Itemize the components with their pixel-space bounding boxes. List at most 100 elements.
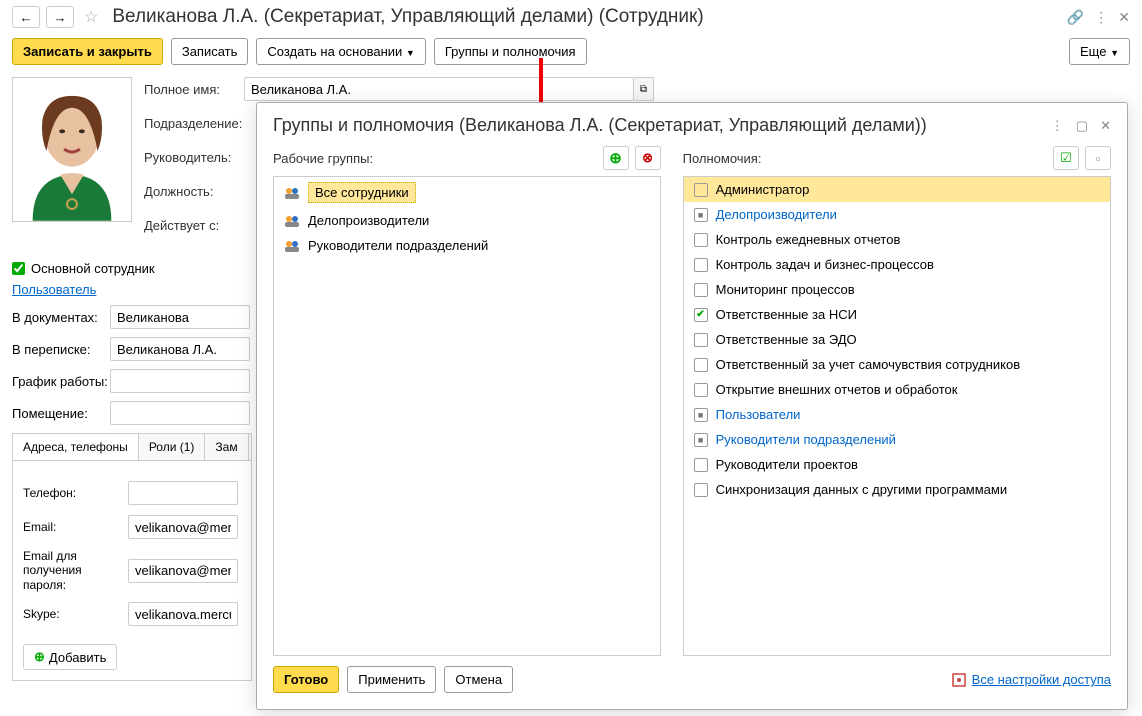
- permission-checkbox[interactable]: [694, 283, 708, 297]
- apply-button[interactable]: Применить: [347, 666, 436, 693]
- skype-input[interactable]: [128, 602, 238, 626]
- permission-checkbox[interactable]: [694, 258, 708, 272]
- favorite-star-icon[interactable]: ☆: [80, 7, 102, 27]
- schedule-input[interactable]: [110, 369, 250, 393]
- permission-row[interactable]: Синхронизация данных с другими программа…: [684, 477, 1110, 502]
- nav-forward-button[interactable]: →: [46, 6, 74, 28]
- chevron-down-icon: ▼: [406, 48, 415, 58]
- more-button[interactable]: Еще ▼: [1069, 38, 1130, 65]
- in-correspondence-input[interactable]: [110, 337, 250, 361]
- group-icon: [284, 186, 300, 200]
- close-dialog-icon[interactable]: ✕: [1100, 118, 1111, 134]
- tab-substitutes[interactable]: Зам: [205, 434, 248, 460]
- create-based-label: Создать на основании: [267, 44, 402, 59]
- add-contact-button[interactable]: ⊕Добавить: [23, 644, 117, 670]
- add-button-label: Добавить: [49, 650, 106, 665]
- permissions-list: АдминистраторДелопроизводители Контроль е…: [683, 176, 1111, 656]
- add-group-button[interactable]: ⊕: [603, 146, 629, 170]
- nav-back-button[interactable]: ←: [12, 6, 40, 28]
- permission-checkbox[interactable]: [694, 458, 708, 472]
- tab-roles[interactable]: Роли (1): [139, 434, 206, 460]
- maximize-icon[interactable]: ▢: [1076, 118, 1088, 134]
- permission-label: Мониторинг процессов: [716, 282, 855, 297]
- permission-row[interactable]: Делопроизводители: [684, 202, 1110, 227]
- permission-label: Ответственный за учет самочувствия сотру…: [716, 357, 1021, 372]
- main-employee-label: Основной сотрудник: [31, 261, 155, 276]
- permission-row[interactable]: Открытие внешних отчетов и обработок: [684, 377, 1110, 402]
- in-correspondence-label: В переписке:: [12, 342, 110, 357]
- main-employee-checkbox[interactable]: [12, 262, 25, 275]
- workgroup-row[interactable]: Все сотрудники: [274, 177, 660, 208]
- permission-row[interactable]: Руководители проектов: [684, 452, 1110, 477]
- dialog-title: Группы и полномочия (Великанова Л.А. (Се…: [273, 115, 927, 136]
- permission-checkbox[interactable]: [694, 333, 708, 347]
- workgroup-row[interactable]: Руководители подразделений: [274, 233, 660, 258]
- save-button[interactable]: Записать: [171, 38, 249, 65]
- active-from-label: Действует с:: [144, 218, 244, 233]
- uncheck-all-button[interactable]: ▫: [1085, 146, 1111, 170]
- permission-row[interactable]: Ответственный за учет самочувствия сотру…: [684, 352, 1110, 377]
- cancel-button[interactable]: Отмена: [444, 666, 513, 693]
- close-icon[interactable]: ✕: [1118, 9, 1130, 26]
- permission-checkbox[interactable]: [694, 358, 708, 372]
- workgroup-label: Все сотрудники: [308, 182, 416, 203]
- permission-checkbox[interactable]: [694, 233, 708, 247]
- phone-input[interactable]: [128, 481, 238, 505]
- phone-label: Телефон:: [23, 486, 128, 500]
- groups-permissions-dialog: Группы и полномочия (Великанова Л.А. (Се…: [256, 102, 1128, 710]
- permission-row[interactable]: Руководители подразделений: [684, 427, 1110, 452]
- kebab-menu-icon[interactable]: ⋮: [1051, 118, 1064, 134]
- permission-checkbox[interactable]: [694, 483, 708, 497]
- more-label: Еще: [1080, 44, 1106, 59]
- contact-tabs: Адреса, телефоны Роли (1) Зам Телефон: E…: [12, 433, 252, 681]
- permission-row[interactable]: Ответственные за ЭДО: [684, 327, 1110, 352]
- permission-checkbox[interactable]: [694, 408, 708, 422]
- full-name-input[interactable]: [244, 77, 634, 101]
- permission-row[interactable]: Мониторинг процессов: [684, 277, 1110, 302]
- all-access-settings-link[interactable]: Все настройки доступа: [972, 672, 1111, 687]
- permission-label: Руководители подразделений: [716, 432, 896, 447]
- skype-label: Skype:: [23, 607, 128, 621]
- employee-photo: [12, 77, 132, 222]
- check-all-button[interactable]: ☑: [1053, 146, 1079, 170]
- groups-permissions-button[interactable]: Группы и полномочия: [434, 38, 587, 65]
- permission-label: Ответственные за НСИ: [716, 307, 857, 322]
- user-link[interactable]: Пользователь: [12, 282, 96, 297]
- permission-label: Контроль ежедневных отчетов: [716, 232, 901, 247]
- done-button[interactable]: Готово: [273, 666, 339, 693]
- permission-checkbox[interactable]: [694, 208, 708, 222]
- tab-addresses-phones[interactable]: Адреса, телефоны: [13, 434, 139, 460]
- workgroup-label: Делопроизводители: [308, 213, 429, 228]
- kebab-menu-icon[interactable]: ⋮: [1094, 9, 1108, 26]
- room-input[interactable]: [110, 401, 250, 425]
- email-password-input[interactable]: [128, 559, 238, 583]
- room-label: Помещение:: [12, 406, 110, 421]
- workgroups-label: Рабочие группы:: [273, 151, 373, 166]
- permission-checkbox[interactable]: [694, 433, 708, 447]
- in-documents-input[interactable]: [110, 305, 250, 329]
- department-label: Подразделение:: [144, 116, 244, 131]
- plus-circle-icon: ⊕: [609, 149, 622, 167]
- schedule-label: График работы:: [12, 374, 110, 389]
- permission-row[interactable]: Пользователи: [684, 402, 1110, 427]
- permission-row[interactable]: Контроль задач и бизнес-процессов: [684, 252, 1110, 277]
- remove-group-button[interactable]: ⊗: [635, 146, 661, 170]
- expand-icon[interactable]: ⧉: [634, 77, 654, 101]
- permission-label: Ответственные за ЭДО: [716, 332, 857, 347]
- permission-row[interactable]: Администратор: [684, 177, 1110, 202]
- permission-label: Синхронизация данных с другими программа…: [716, 482, 1008, 497]
- permission-row[interactable]: Ответственные за НСИ: [684, 302, 1110, 327]
- workgroup-row[interactable]: Делопроизводители: [274, 208, 660, 233]
- permission-checkbox[interactable]: [694, 183, 708, 197]
- save-close-button[interactable]: Записать и закрыть: [12, 38, 163, 65]
- permission-checkbox[interactable]: [694, 308, 708, 322]
- link-icon[interactable]: 🔗: [1067, 9, 1084, 26]
- email-input[interactable]: [128, 515, 238, 539]
- position-label: Должность:: [144, 184, 244, 199]
- manager-label: Руководитель:: [144, 150, 244, 165]
- create-based-button[interactable]: Создать на основании ▼: [256, 38, 425, 65]
- uncheck-all-icon: ▫: [1096, 151, 1101, 166]
- permission-row[interactable]: Контроль ежедневных отчетов: [684, 227, 1110, 252]
- check-all-icon: ☑: [1060, 150, 1072, 166]
- permission-checkbox[interactable]: [694, 383, 708, 397]
